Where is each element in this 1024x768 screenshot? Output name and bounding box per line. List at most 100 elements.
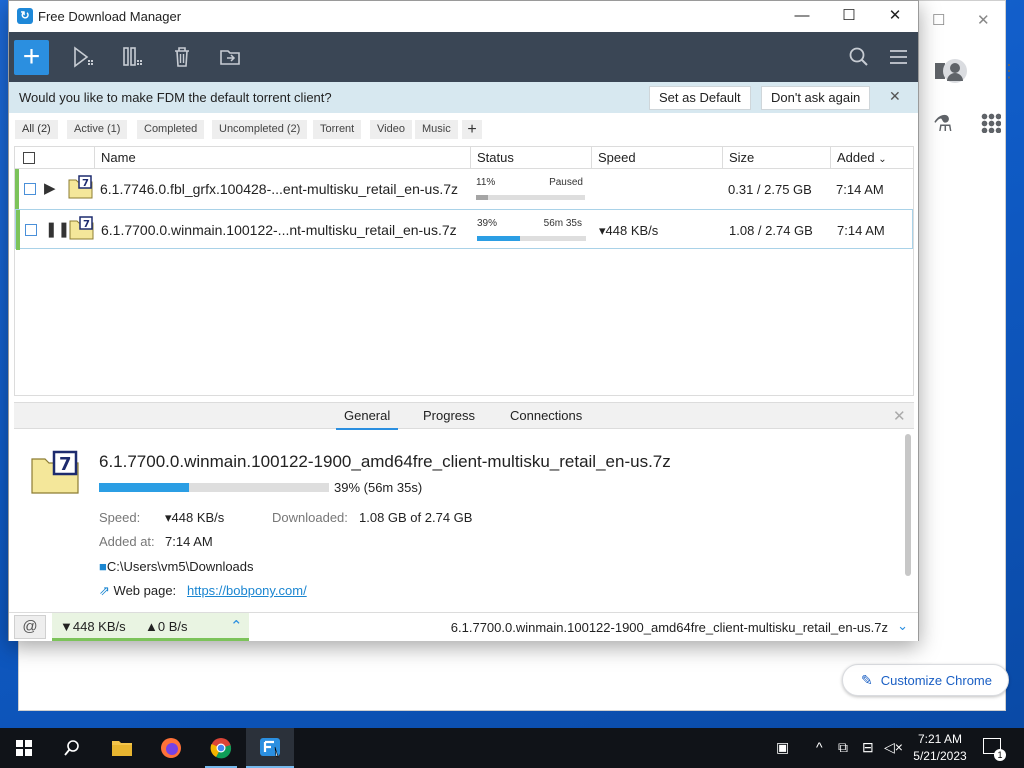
- chrome-maximize-button[interactable]: ☐: [932, 11, 945, 29]
- file-size: 1.08 / 2.74 GB: [729, 223, 813, 238]
- menu-icon[interactable]: [886, 45, 912, 69]
- tab-connections[interactable]: Connections: [510, 408, 582, 423]
- delete-icon[interactable]: [169, 45, 195, 69]
- row-status-stripe: [15, 169, 19, 209]
- status-bar: @ ▼448 KB/s ▲0 B/s ⌃ 6.1.7700.0.winmain.…: [9, 612, 918, 641]
- column-added[interactable]: Added ⌄: [830, 147, 914, 169]
- filter-tab-uncompleted[interactable]: Uncompleted (2): [212, 120, 308, 139]
- table-row[interactable]: ❚❚ 7 6.1.7700.0.winmain.100122-...nt-mul…: [15, 209, 913, 250]
- maximize-button[interactable]: ☐: [838, 5, 860, 27]
- search-button[interactable]: [48, 728, 96, 768]
- downloads-table: Name Status Speed Size Added ⌄ ▶ 7 6.1.7…: [14, 146, 914, 396]
- volume-muted-icon[interactable]: ◁×: [884, 739, 903, 756]
- file-explorer-button[interactable]: [98, 728, 146, 768]
- chevron-up-icon[interactable]: ⌃: [230, 617, 243, 635]
- show-hidden-icons-chevron-icon[interactable]: ^: [816, 739, 823, 755]
- pencil-icon: ✎: [861, 671, 873, 688]
- detail-progress-text: 39% (56m 35s): [334, 480, 423, 495]
- taskbar: ▣ ^ ⧉ ⊟ ◁× 7:21 AM 5/21/2023 1: [0, 728, 1024, 768]
- window-title: Free Download Manager: [38, 9, 182, 24]
- resume-icon[interactable]: ▶: [44, 179, 56, 197]
- system-clock[interactable]: 7:21 AM 5/21/2023: [905, 731, 975, 765]
- row-checkbox[interactable]: [24, 183, 36, 195]
- details-scrollbar[interactable]: [905, 434, 911, 576]
- chrome-profile-avatar[interactable]: [943, 59, 967, 83]
- set-as-default-button[interactable]: Set as Default: [649, 86, 751, 110]
- column-name[interactable]: Name: [94, 147, 470, 169]
- customize-chrome-button[interactable]: ✎ Customize Chrome: [842, 664, 1009, 696]
- archive-file-icon: 7: [69, 216, 94, 240]
- banner-close-icon[interactable]: ✕: [889, 88, 901, 105]
- filter-tab-all[interactable]: All (2): [15, 120, 58, 139]
- progress-bar: [476, 195, 585, 200]
- added-at-value: 7:14 AM: [165, 534, 213, 549]
- chrome-labs-icon[interactable]: ⚗: [933, 111, 953, 137]
- fdm-taskbar-button[interactable]: [246, 728, 294, 768]
- minimize-button[interactable]: —: [791, 5, 813, 27]
- webpage-link[interactable]: https://bobpony.com/: [187, 583, 307, 598]
- chrome-close-button[interactable]: ✕: [977, 11, 990, 29]
- fdm-tray-icon[interactable]: ⧉: [838, 739, 848, 756]
- column-speed[interactable]: Speed: [591, 147, 722, 169]
- close-button[interactable]: ✕: [884, 5, 906, 27]
- folder-icon: [112, 741, 132, 756]
- pause-icon[interactable]: ❚❚: [45, 220, 70, 238]
- status-current-file: 6.1.7700.0.winmain.100122-1900_amd64fre_…: [450, 620, 888, 635]
- table-row[interactable]: ▶ 7 6.1.7746.0.fbl_grfx.100428-...ent-mu…: [15, 169, 913, 209]
- customize-chrome-label: Customize Chrome: [880, 672, 992, 688]
- network-icon[interactable]: ⊟: [862, 739, 874, 756]
- chrome-menu-icon[interactable]: ⋮: [1000, 59, 1018, 83]
- add-filter-button[interactable]: +: [462, 120, 482, 139]
- column-size[interactable]: Size: [722, 147, 830, 169]
- move-to-folder-icon[interactable]: [218, 45, 244, 69]
- progress-bar-fill: [476, 195, 488, 200]
- added-at-label: Added at:: [99, 534, 155, 549]
- pause-all-icon[interactable]: [120, 45, 146, 69]
- chrome-button[interactable]: [197, 728, 245, 768]
- filter-tab-video[interactable]: Video: [370, 120, 412, 139]
- detail-progress-fill: [99, 483, 189, 492]
- chrome-icon: [210, 738, 232, 759]
- webpage-label: Web page:: [113, 583, 177, 598]
- filter-tab-active[interactable]: Active (1): [67, 120, 128, 139]
- row-checkbox[interactable]: [25, 224, 37, 236]
- file-size: 0.31 / 2.75 GB: [728, 182, 812, 197]
- resume-all-icon[interactable]: [71, 45, 97, 69]
- progress-percent: 11%: [476, 177, 496, 188]
- filter-tab-music[interactable]: Music: [415, 120, 458, 139]
- chrome-apps-icon[interactable]: [981, 113, 1001, 133]
- svg-text:7: 7: [59, 454, 72, 475]
- archive-file-icon: 7: [31, 450, 79, 494]
- column-added-label: Added: [837, 150, 875, 165]
- start-button[interactable]: [0, 728, 48, 768]
- download-path[interactable]: ■C:\Users\vm5\Downloads: [99, 559, 254, 574]
- downloaded-value: 1.08 GB of 2.74 GB: [359, 510, 473, 525]
- filter-tab-completed[interactable]: Completed: [137, 120, 205, 139]
- dont-ask-again-button[interactable]: Don't ask again: [761, 86, 871, 110]
- windows-logo-icon: [16, 740, 32, 756]
- details-close-icon[interactable]: ✕: [893, 407, 906, 425]
- archive-file-icon: 7: [68, 175, 93, 199]
- svg-text:7: 7: [82, 178, 89, 189]
- tab-general[interactable]: General: [335, 408, 399, 430]
- fdm-logo-icon: ↻: [17, 8, 33, 24]
- firefox-button[interactable]: [147, 728, 195, 768]
- keyboard-icon[interactable]: ▣: [776, 739, 789, 756]
- download-speed: ▾448 KB/s: [599, 223, 659, 238]
- sort-desc-icon: ⌄: [878, 154, 887, 165]
- filter-tab-torrent[interactable]: Torrent: [313, 120, 362, 139]
- chevron-down-icon[interactable]: ⌄: [897, 618, 908, 634]
- progress-bar: [477, 236, 586, 241]
- column-status[interactable]: Status: [470, 147, 591, 169]
- speed-summary[interactable]: ▼448 KB/s ▲0 B/s ⌃: [52, 613, 249, 641]
- detail-file-name: 6.1.7700.0.winmain.100122-1900_amd64fre_…: [99, 452, 671, 471]
- speed-label: Speed:: [99, 510, 141, 525]
- snail-mode-icon[interactable]: @: [14, 615, 46, 639]
- select-all-checkbox[interactable]: [23, 152, 35, 164]
- add-download-button[interactable]: +: [14, 40, 49, 75]
- search-icon[interactable]: [846, 45, 872, 69]
- tab-progress[interactable]: Progress: [423, 408, 475, 423]
- toolbar: +: [9, 32, 918, 82]
- title-bar[interactable]: ↻ Free Download Manager — ☐ ✕: [9, 1, 918, 32]
- details-panel: General Progress Connections ✕ 7 6.1.770…: [14, 402, 914, 606]
